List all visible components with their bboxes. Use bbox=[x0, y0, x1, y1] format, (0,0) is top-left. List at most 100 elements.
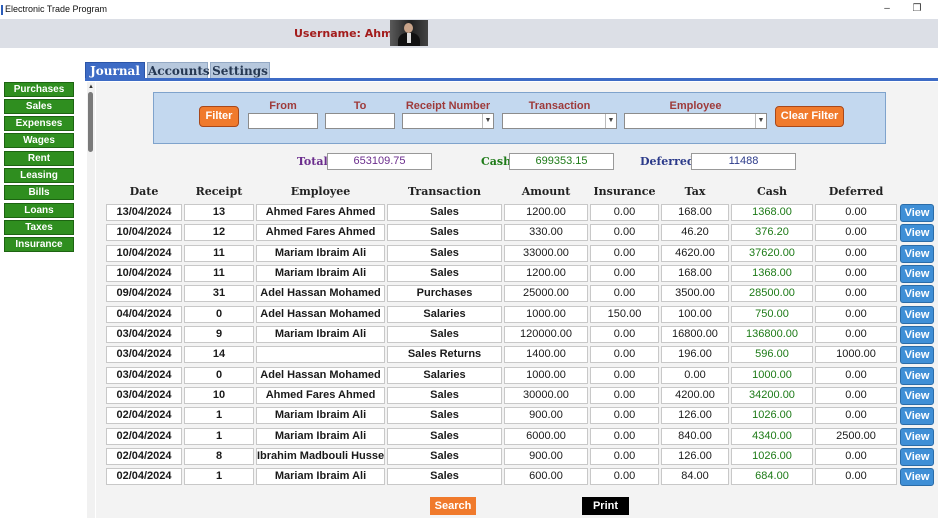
table-row: 03/04/2024 14 Sales Returns 1400.00 0.00… bbox=[0, 346, 938, 366]
tab-accounts[interactable]: Accounts bbox=[147, 62, 210, 79]
cell-cash: 1000.00 bbox=[731, 367, 813, 384]
cell-transaction: Sales bbox=[387, 448, 502, 465]
scroll-up-arrow-icon[interactable]: ▲ bbox=[87, 83, 95, 91]
view-button[interactable]: View bbox=[900, 245, 934, 263]
cell-cash: 1368.00 bbox=[731, 265, 813, 282]
filter-button[interactable]: Filter bbox=[199, 106, 239, 127]
cell-amount: 900.00 bbox=[504, 448, 588, 465]
from-date-input[interactable] bbox=[248, 113, 318, 129]
cell-deferred: 0.00 bbox=[815, 367, 897, 384]
cell-tax: 4200.00 bbox=[661, 387, 729, 404]
cell-cash: 1368.00 bbox=[731, 204, 813, 221]
sidebar-item-expenses[interactable]: Expenses bbox=[4, 116, 74, 131]
clear-filter-button[interactable]: Clear Filter bbox=[775, 106, 844, 127]
cell-cash: 1026.00 bbox=[731, 448, 813, 465]
view-button[interactable]: View bbox=[900, 428, 934, 446]
sidebar-item-leasing[interactable]: Leasing bbox=[4, 168, 74, 183]
sidebar-item-sales[interactable]: Sales bbox=[4, 99, 74, 114]
cell-transaction: Sales bbox=[387, 245, 502, 262]
view-button[interactable]: View bbox=[900, 204, 934, 222]
employee-label: Employee bbox=[669, 100, 722, 112]
cell-employee: Ahmed Fares Ahmed bbox=[256, 204, 385, 221]
cell-receipt: 11 bbox=[184, 265, 254, 282]
deferred-label: Deferred bbox=[640, 155, 695, 168]
cell-transaction: Purchases bbox=[387, 285, 502, 302]
view-button[interactable]: View bbox=[900, 306, 934, 324]
cell-insurance: 0.00 bbox=[590, 326, 659, 343]
sidebar-item-rent[interactable]: Rent bbox=[4, 151, 74, 166]
sidebar-item-wages[interactable]: Wages bbox=[4, 133, 74, 148]
cash-value: 699353.15 bbox=[509, 153, 614, 170]
cash-label: Cash bbox=[481, 155, 512, 168]
cell-insurance: 0.00 bbox=[590, 428, 659, 445]
cell-tax: 84.00 bbox=[661, 468, 729, 485]
view-button[interactable]: View bbox=[900, 224, 934, 242]
view-button[interactable]: View bbox=[900, 448, 934, 466]
to-date-input[interactable] bbox=[325, 113, 395, 129]
cell-employee: Adel Hassan Mohamed bbox=[256, 367, 385, 384]
cell-deferred: 0.00 bbox=[815, 204, 897, 221]
view-button[interactable]: View bbox=[900, 387, 934, 405]
cell-date: 03/04/2024 bbox=[106, 387, 182, 404]
table-row: 10/04/2024 11 Mariam Ibraim Ali Sales 33… bbox=[0, 245, 938, 265]
employee-select[interactable]: ▼ bbox=[624, 113, 767, 129]
deferred-value: 11488 bbox=[691, 153, 796, 170]
receipt-number-label: Receipt Number bbox=[405, 100, 491, 112]
cell-insurance: 0.00 bbox=[590, 285, 659, 302]
cell-insurance: 0.00 bbox=[590, 407, 659, 424]
column-header-employee: Employee bbox=[290, 185, 351, 198]
restore-button[interactable]: ❐ bbox=[910, 2, 924, 16]
print-button[interactable]: Print bbox=[582, 497, 629, 515]
cell-employee: Ahmed Fares Ahmed bbox=[256, 224, 385, 241]
view-button[interactable]: View bbox=[900, 468, 934, 486]
column-header-date: Date bbox=[129, 185, 159, 198]
cell-insurance: 0.00 bbox=[590, 448, 659, 465]
cell-amount: 1200.00 bbox=[504, 204, 588, 221]
cell-transaction: Sales bbox=[387, 387, 502, 404]
cell-cash: 4340.00 bbox=[731, 428, 813, 445]
cell-tax: 100.00 bbox=[661, 306, 729, 323]
sidebar-item-purchases[interactable]: Purchases bbox=[4, 82, 74, 97]
receipt-number-select[interactable]: ▼ bbox=[402, 113, 494, 129]
cell-date: 03/04/2024 bbox=[106, 326, 182, 343]
title-bar: Electronic Trade Program – ❐ bbox=[0, 0, 938, 19]
cell-amount: 1400.00 bbox=[504, 346, 588, 363]
cell-cash: 1026.00 bbox=[731, 407, 813, 424]
search-button[interactable]: Search bbox=[430, 497, 476, 515]
cell-tax: 168.00 bbox=[661, 265, 729, 282]
cell-tax: 4620.00 bbox=[661, 245, 729, 262]
table-row: 03/04/2024 10 Ahmed Fares Ahmed Sales 30… bbox=[0, 387, 938, 407]
cell-cash: 37620.00 bbox=[731, 245, 813, 262]
view-button[interactable]: View bbox=[900, 367, 934, 385]
cell-tax: 3500.00 bbox=[661, 285, 729, 302]
cell-insurance: 150.00 bbox=[590, 306, 659, 323]
app-icon bbox=[1, 5, 3, 15]
avatar bbox=[390, 20, 428, 46]
cell-deferred: 0.00 bbox=[815, 387, 897, 404]
chevron-down-icon: ▼ bbox=[482, 114, 493, 128]
transaction-select[interactable]: ▼ bbox=[502, 113, 617, 129]
cell-tax: 0.00 bbox=[661, 367, 729, 384]
tab-journal[interactable]: Journal bbox=[85, 62, 145, 79]
cell-amount: 900.00 bbox=[504, 407, 588, 424]
scrollbar-thumb[interactable] bbox=[88, 92, 93, 152]
cell-deferred: 2500.00 bbox=[815, 428, 897, 445]
cell-insurance: 0.00 bbox=[590, 346, 659, 363]
view-button[interactable]: View bbox=[900, 407, 934, 425]
minimize-button[interactable]: – bbox=[880, 2, 894, 16]
cell-transaction: Sales bbox=[387, 326, 502, 343]
cell-tax: 16800.00 bbox=[661, 326, 729, 343]
table-row: 02/04/2024 1 Mariam Ibraim Ali Sales 600… bbox=[0, 468, 938, 488]
view-button[interactable]: View bbox=[900, 326, 934, 344]
view-button[interactable]: View bbox=[900, 265, 934, 283]
cell-employee: Ahmed Fares Ahmed bbox=[256, 387, 385, 404]
view-button[interactable]: View bbox=[900, 285, 934, 303]
cell-date: 02/04/2024 bbox=[106, 407, 182, 424]
header-bar: Username: Ahmed bbox=[0, 19, 938, 48]
sidebar-item-bills[interactable]: Bills bbox=[4, 185, 74, 200]
tab-settings[interactable]: Settings bbox=[210, 62, 270, 79]
cell-employee: Adel Hassan Mohamed bbox=[256, 285, 385, 302]
cell-employee bbox=[256, 346, 385, 363]
view-button[interactable]: View bbox=[900, 346, 934, 364]
cell-date: 04/04/2024 bbox=[106, 306, 182, 323]
